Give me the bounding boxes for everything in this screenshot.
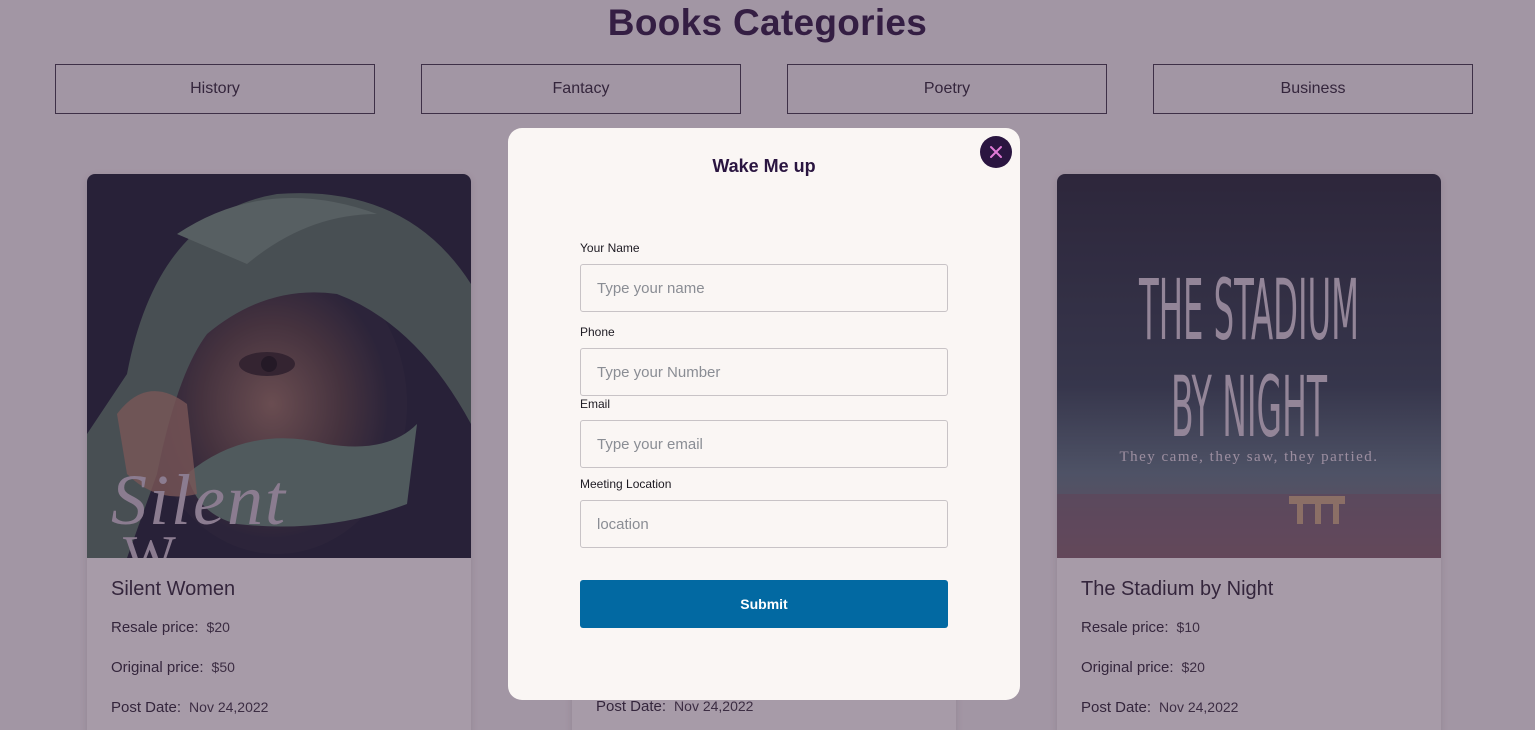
name-input[interactable] — [580, 264, 948, 312]
phone-input[interactable] — [580, 348, 948, 396]
submit-button[interactable]: Submit — [580, 580, 948, 628]
email-label: Email — [580, 397, 611, 411]
email-input[interactable] — [580, 420, 948, 468]
meeting-location-input[interactable] — [580, 500, 948, 548]
modal-title: Wake Me up — [712, 156, 816, 176]
wake-me-up-modal: Wake Me up Your Name Phone Email Meeting… — [508, 128, 1020, 700]
phone-label: Phone — [580, 325, 615, 339]
meeting-location-label: Meeting Location — [580, 477, 672, 491]
name-label: Your Name — [580, 241, 640, 255]
